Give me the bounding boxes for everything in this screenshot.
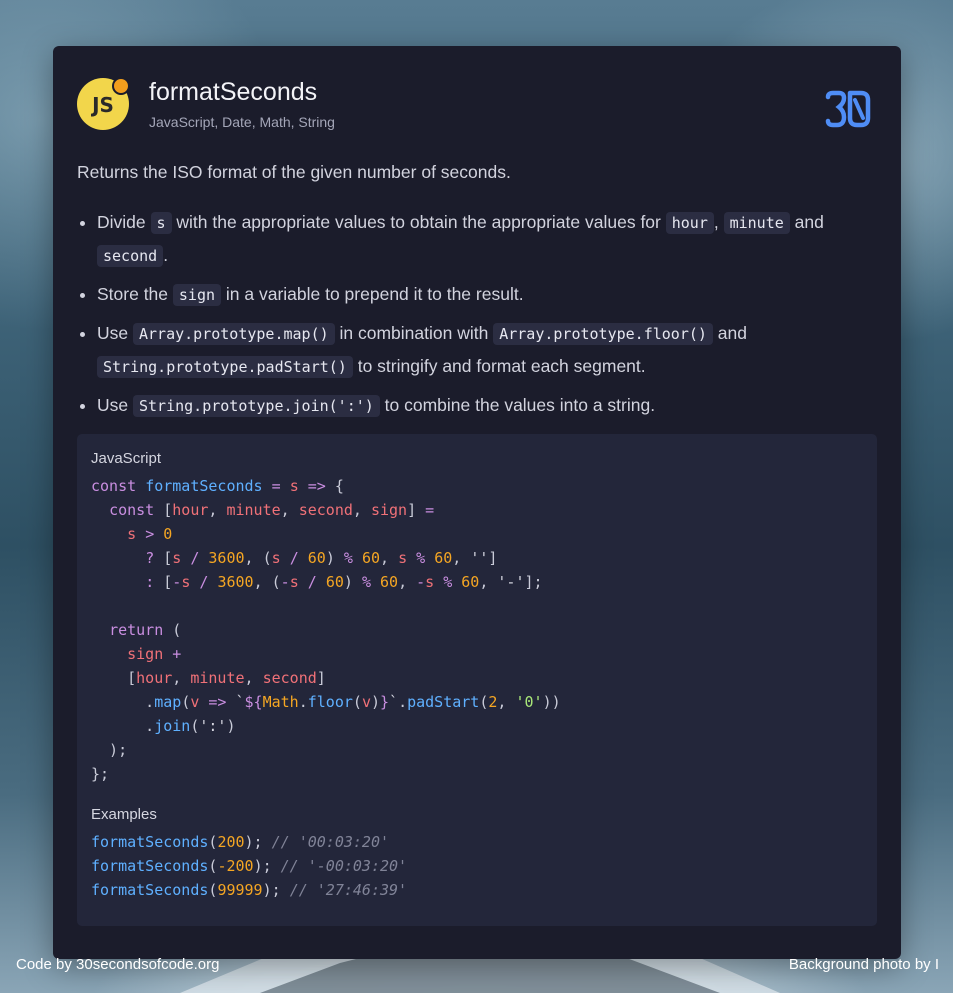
inline-code: Array.prototype.floor() (493, 323, 713, 345)
30-seconds-logo-icon[interactable] (825, 90, 871, 128)
snippet-card: JS formatSeconds JavaScript, Date, Math,… (53, 46, 901, 959)
inline-code: minute (723, 212, 790, 234)
footer-credit-link[interactable]: Code by 30secondsofcode.org (16, 956, 219, 973)
example-line: formatSeconds(200); // '00:03:20' (91, 833, 390, 851)
list-item: Divide s with the appropriate values to … (97, 206, 877, 272)
inline-code: Array.prototype.map() (132, 323, 335, 345)
code-source[interactable]: const formatSeconds = s => { const [hour… (91, 474, 561, 786)
steps-list: Divide s with the appropriate values to … (77, 206, 877, 428)
inline-code: hour (665, 212, 714, 234)
list-item: Store the sign in a variable to prepend … (97, 278, 877, 311)
badge-dot (112, 77, 130, 95)
examples-label: Examples (91, 806, 157, 823)
inline-code: sign (172, 284, 222, 306)
code-examples[interactable]: formatSeconds(200); // '00:03:20' format… (91, 830, 407, 902)
list-item: Use String.prototype.join(':') to combin… (97, 389, 877, 422)
javascript-badge-label: JS (92, 93, 114, 117)
inline-code: String.prototype.join(':') (132, 395, 380, 417)
javascript-badge-icon: JS (77, 77, 130, 130)
inline-code: String.prototype.padStart() (97, 356, 353, 378)
code-language-label: JavaScript (91, 450, 162, 467)
example-line: formatSeconds(-200); // '-00:03:20' (91, 857, 408, 875)
inline-code: s (150, 212, 172, 234)
footer-photo-credit[interactable]: Background photo by I (789, 956, 939, 973)
inline-code: second (97, 245, 164, 267)
snippet-tags: JavaScript, Date, Math, String (149, 114, 335, 130)
snippet-title: formatSeconds (149, 78, 318, 106)
code-block[interactable]: JavaScript const formatSeconds = s => { … (77, 434, 877, 926)
example-line: formatSeconds(99999); // '27:46:39' (91, 881, 408, 899)
snippet-description: Returns the ISO format of the given numb… (77, 162, 511, 182)
list-item: Use Array.prototype.map() in combination… (97, 317, 877, 383)
